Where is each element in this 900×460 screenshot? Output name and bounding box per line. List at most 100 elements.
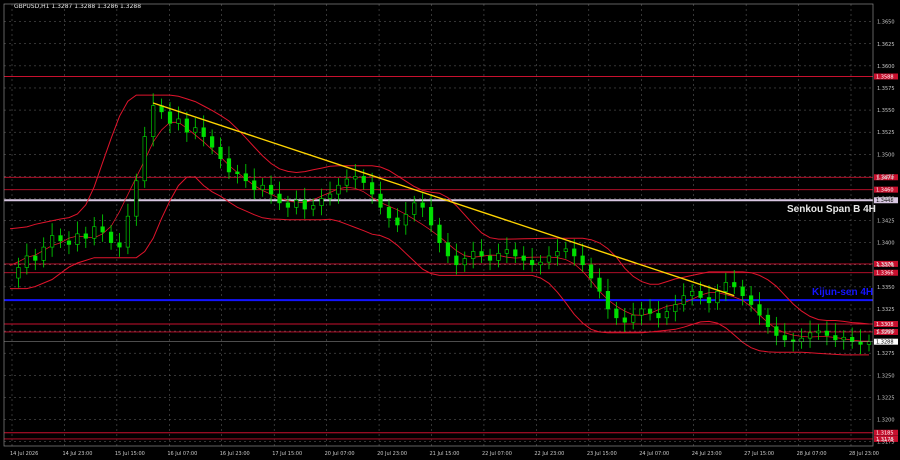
candle-body xyxy=(294,199,299,208)
candle-body xyxy=(386,207,392,219)
candle-body xyxy=(193,127,198,133)
candle-body xyxy=(445,242,451,257)
candle-body xyxy=(50,235,55,248)
x-tick-label: 15 Jul 15:00 xyxy=(115,451,145,457)
horizontal-levels: 1.35881.34741.34601.33761.33661.33081.32… xyxy=(4,73,898,443)
y-tick-label: 1.3400 xyxy=(877,241,895,247)
x-tick-label: 28 Jul 23:00 xyxy=(849,451,879,457)
candle-body xyxy=(125,215,131,248)
candle-body xyxy=(504,249,509,254)
candle-body xyxy=(16,267,21,279)
x-tick-label: 20 Jul 23:00 xyxy=(377,451,407,457)
candle-body xyxy=(277,193,282,204)
x-tick-label: 28 Jul 07:00 xyxy=(797,451,827,457)
candle-body xyxy=(588,264,594,279)
x-tick-label: 14 Jul 2026 xyxy=(10,451,38,457)
candle-body xyxy=(521,255,526,261)
candle-body xyxy=(454,255,459,266)
y-tick-label: 1.3300 xyxy=(877,329,895,335)
lower-band xyxy=(10,176,869,356)
candle-body xyxy=(151,105,156,137)
senkou-span-b-label: Senkou Span B 4H xyxy=(787,204,876,215)
candle-body xyxy=(673,304,678,312)
y-tick-label: 1.3475 xyxy=(877,174,895,180)
candle-body xyxy=(799,337,804,342)
x-tick-label: 14 Jul 23:00 xyxy=(62,451,92,457)
candle-body xyxy=(555,251,560,257)
candle-body xyxy=(33,255,38,261)
candle-body xyxy=(774,326,779,336)
candle-body xyxy=(420,202,425,208)
y-tick-label: 1.3625 xyxy=(877,42,895,48)
candle-body xyxy=(757,304,762,316)
candle-body xyxy=(260,184,265,190)
candle-body xyxy=(538,261,543,266)
candle-body xyxy=(614,308,619,319)
candle-body xyxy=(546,255,552,263)
candle-body xyxy=(572,248,577,257)
candle-body xyxy=(167,111,173,124)
candle-body xyxy=(622,317,627,323)
x-tick-label: 22 Jul 23:00 xyxy=(534,451,564,457)
candle-body xyxy=(218,146,223,159)
x-tick-label: 16 Jul 07:00 xyxy=(167,451,197,457)
candle-body xyxy=(664,311,669,319)
candle-body xyxy=(850,336,855,342)
candle-body xyxy=(327,193,333,199)
candle-body xyxy=(471,251,476,259)
candle-body xyxy=(24,255,29,268)
candle-body xyxy=(41,246,46,261)
candle-body xyxy=(605,290,611,310)
candle-body xyxy=(656,313,661,319)
y-tick-label: 1.3175 xyxy=(877,440,895,446)
candle-body xyxy=(285,202,291,208)
candle-body xyxy=(791,339,796,342)
candle-body xyxy=(117,242,122,248)
y-tick-label: 1.3200 xyxy=(877,417,895,423)
level-price-label: 1.3588 xyxy=(876,74,894,80)
x-tick-label: 16 Jul 23:00 xyxy=(220,451,250,457)
candle-body xyxy=(597,277,602,292)
level-price-label: 1.3366 xyxy=(876,271,894,277)
candle-body xyxy=(824,330,829,336)
x-tick-label: 17 Jul 15:00 xyxy=(272,451,302,457)
level-price-label: 1.3308 xyxy=(876,322,894,328)
candle-body xyxy=(83,233,88,239)
candle-body xyxy=(833,335,838,341)
y-tick-label: 1.3225 xyxy=(877,395,895,401)
current-price-label: 1.3288 xyxy=(876,340,894,346)
candle-body xyxy=(243,173,248,182)
candle-body xyxy=(66,240,72,245)
candle-body xyxy=(462,258,467,266)
x-tick-label: 23 Jul 15:00 xyxy=(587,451,617,457)
candle-body xyxy=(403,214,408,226)
candle-body xyxy=(496,252,501,261)
candle-body xyxy=(681,295,686,305)
candle-body xyxy=(58,235,63,242)
candle-body xyxy=(732,282,737,288)
price-chart[interactable]: GBPUSD,H1 1.3287 1.3288 1.3286 1.3288 1.… xyxy=(0,0,900,460)
candle-body xyxy=(142,136,147,182)
candle-body xyxy=(690,290,695,297)
candle-body xyxy=(706,297,712,304)
candle-body xyxy=(319,198,324,206)
candle-body xyxy=(858,341,863,345)
candle-body xyxy=(807,332,813,339)
candle-body xyxy=(252,180,257,190)
candle-body xyxy=(361,176,366,183)
candle-body xyxy=(302,199,307,210)
candle-body xyxy=(370,182,375,195)
y-tick-label: 1.3325 xyxy=(877,307,895,313)
candle-body xyxy=(134,180,139,217)
y-tick-label: 1.3650 xyxy=(877,20,895,26)
candle-body xyxy=(479,251,484,257)
candles xyxy=(16,93,872,355)
candle-body xyxy=(631,314,636,323)
candle-body xyxy=(268,184,274,195)
candle-body xyxy=(866,341,872,345)
candle-body xyxy=(108,231,114,243)
candle-body xyxy=(210,136,215,148)
y-tick-label: 1.3550 xyxy=(877,108,895,114)
x-tick-label: 24 Jul 07:00 xyxy=(639,451,669,457)
candle-body xyxy=(639,308,644,316)
